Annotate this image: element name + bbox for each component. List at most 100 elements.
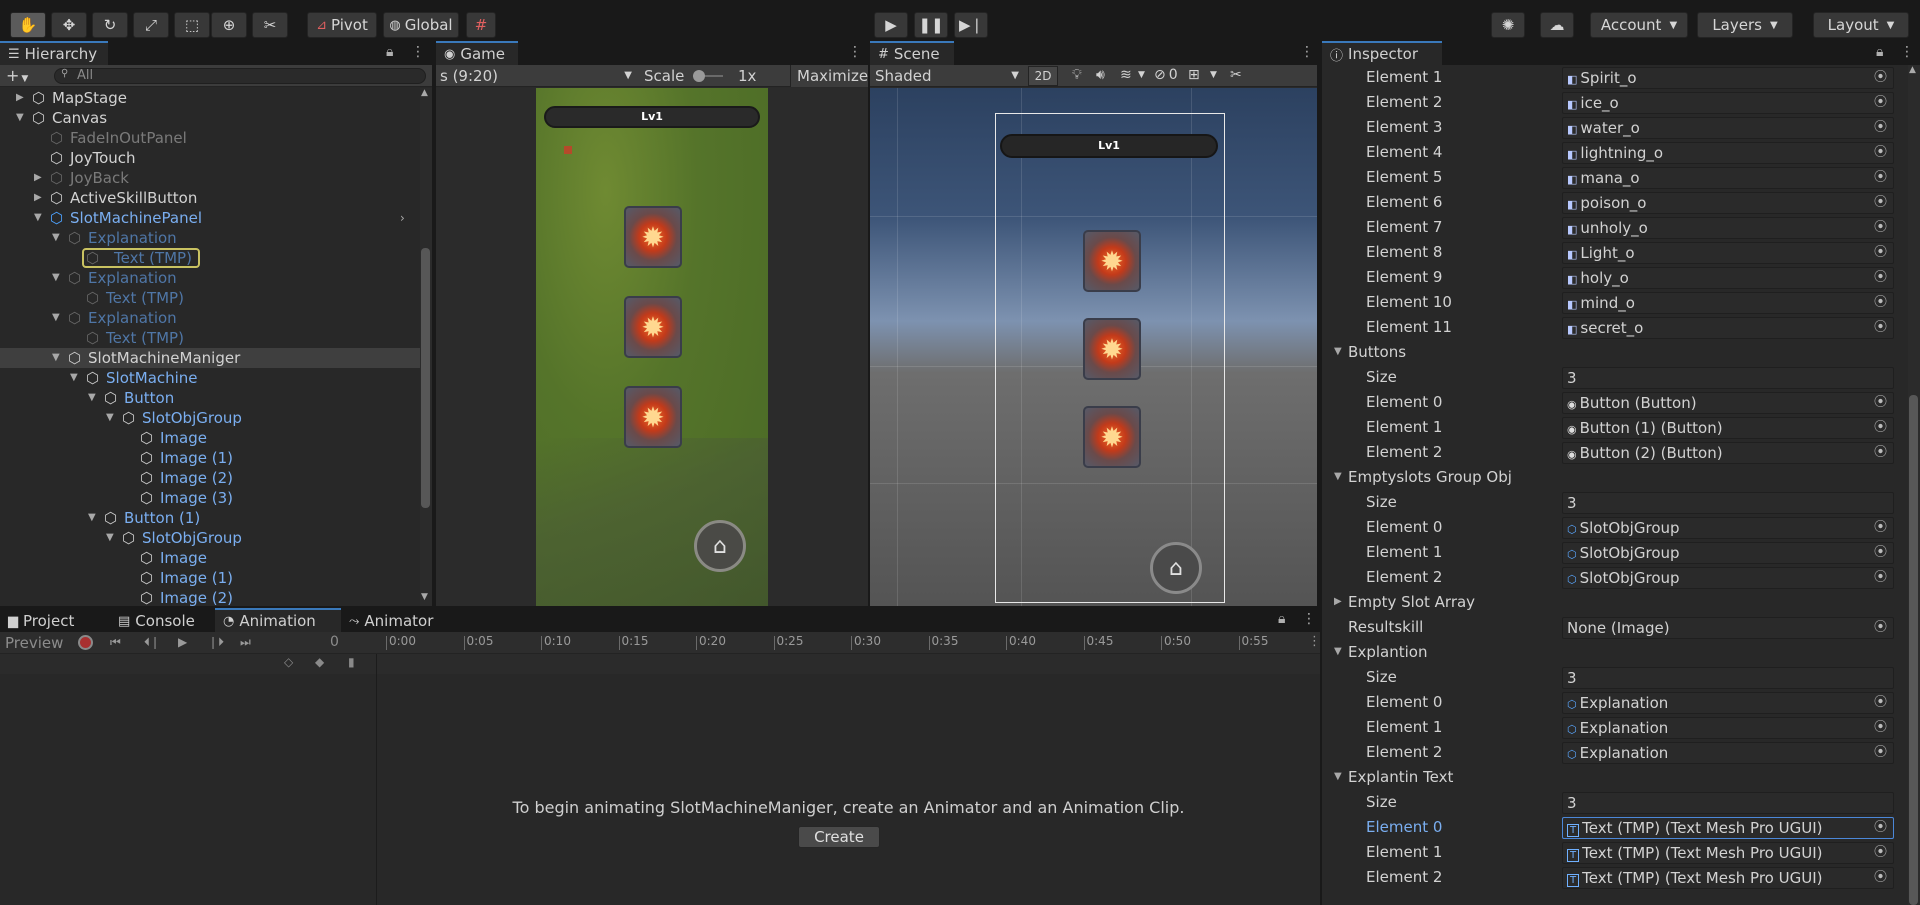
object-picker-icon[interactable]: ⦿ [1874, 293, 1887, 313]
object-field[interactable]: ◉ Button (1) (Button) ⦿ [1562, 417, 1894, 439]
active-skill-button[interactable]: ⌂ [694, 520, 746, 572]
custom-tool-button[interactable]: ✂ [252, 12, 288, 38]
add-object-button[interactable]: + ▼ [6, 66, 28, 85]
size-input[interactable]: 3 [1562, 667, 1894, 689]
hierarchy-item[interactable]: ⬡ Image [0, 548, 420, 568]
expand-arrow-right-icon[interactable]: ▶ [34, 168, 42, 188]
next-frame-icon[interactable]: ❘⏵ [208, 635, 224, 650]
hierarchy-item[interactable]: ⬡ Image (2) [0, 588, 420, 606]
object-field[interactable]: None (Image) ⦿ [1562, 617, 1894, 639]
object-picker-icon[interactable]: ⦿ [1874, 518, 1887, 538]
account-dropdown[interactable]: Account ▼ [1590, 12, 1688, 38]
tab-hierarchy[interactable]: ☰ Hierarchy [0, 41, 108, 65]
create-animator-button[interactable]: Create [798, 826, 880, 848]
object-field[interactable]: ⬡ SlotObjGroup ⦿ [1562, 567, 1894, 589]
shading-dropdown[interactable]: Shaded ▼ [875, 67, 1021, 85]
filter-keyframe-icon[interactable]: ◇ [284, 655, 293, 669]
hierarchy-item[interactable]: ⬡ Text (TMP) [0, 288, 420, 308]
scale-slider-thumb[interactable] [693, 70, 705, 82]
effects-toggle-icon[interactable]: ≋ [1120, 67, 1132, 83]
object-picker-icon[interactable]: ⦿ [1874, 268, 1887, 288]
object-field[interactable]: ◧ water_o ⦿ [1562, 117, 1894, 139]
chevron-down-icon[interactable]: ▼ [1210, 70, 1217, 80]
hierarchy-item[interactable]: ▶ ⬡ ActiveSkillButton [0, 188, 420, 208]
hierarchy-item[interactable]: ⬡ Image [0, 428, 420, 448]
object-field[interactable]: ◧ mana_o ⦿ [1562, 167, 1894, 189]
chevron-right-icon[interactable]: › [400, 208, 405, 228]
inspector-foldout[interactable]: ▼ Explantion [1322, 641, 1908, 666]
object-picker-icon[interactable]: ⦿ [1874, 393, 1887, 413]
lock-icon[interactable]: 🔒︎ [1278, 611, 1285, 627]
tab-console[interactable]: ▤ Console [110, 608, 220, 632]
object-field[interactable]: ◧ secret_o ⦿ [1562, 317, 1894, 339]
object-field[interactable]: ◉ Button (2) (Button) ⦿ [1562, 442, 1894, 464]
chevron-down-icon[interactable]: ▼ [1138, 70, 1145, 80]
hierarchy-scroll-thumb[interactable] [421, 248, 430, 508]
kebab-menu-icon[interactable]: ⋮ [1302, 611, 1316, 627]
play-preview-icon[interactable]: ▶ [178, 635, 187, 649]
pause-button[interactable]: ❚❚ [914, 12, 948, 38]
event-track[interactable] [376, 654, 1320, 674]
hierarchy-item[interactable]: ⬡ Text (TMP) [0, 328, 420, 348]
hierarchy-item[interactable]: ▼ ⬡ Explanation [0, 268, 420, 288]
object-field[interactable]: ◧ Light_o ⦿ [1562, 242, 1894, 264]
hierarchy-item[interactable]: ▼ ⬡ SlotMachinePanel › [0, 208, 420, 228]
object-field[interactable]: ◧ ice_o ⦿ [1562, 92, 1894, 114]
2d-toggle[interactable]: 2D [1028, 66, 1058, 86]
expand-arrow-down-icon[interactable]: ▼ [88, 508, 96, 528]
expand-arrow-down-icon[interactable]: ▼ [52, 308, 60, 328]
expand-arrow-down-icon[interactable]: ▼ [52, 268, 60, 288]
tab-inspector[interactable]: ⓘ Inspector [1322, 41, 1442, 65]
kebab-menu-icon[interactable]: ⋮ [411, 44, 425, 60]
scene-viewport[interactable]: Lv1 ✹ ✹ ✹ ⌂ [870, 88, 1317, 606]
object-picker-icon[interactable]: ⦿ [1874, 143, 1887, 163]
object-field[interactable]: T Text (TMP) (Text Mesh Pro UGUI) ⦿ [1562, 867, 1894, 889]
object-field[interactable]: ⬡ SlotObjGroup ⦿ [1562, 517, 1894, 539]
scale-slider[interactable] [693, 70, 723, 82]
hidden-objects-toggle[interactable]: ⊘ 0 [1154, 67, 1178, 83]
hierarchy-item[interactable]: ▶ ⬡ JoyBack [0, 168, 420, 188]
inspector-scrollbar[interactable]: ▲ [1908, 65, 1920, 905]
hierarchy-item[interactable]: ▶ ⬡ MapStage [0, 88, 420, 108]
global-toggle[interactable]: ◍ Global [383, 12, 459, 38]
object-picker-icon[interactable]: ⦿ [1874, 568, 1887, 588]
object-picker-icon[interactable]: ⦿ [1874, 318, 1887, 338]
object-field[interactable]: ⬡ Explanation ⦿ [1562, 742, 1894, 764]
object-picker-icon[interactable]: ⦿ [1874, 168, 1887, 188]
foldout-open-icon[interactable]: ▼ [1334, 471, 1342, 482]
hierarchy-item[interactable]: ⬡ Image (1) [0, 448, 420, 468]
first-frame-icon[interactable]: ⏮ [110, 635, 121, 650]
object-field[interactable]: T Text (TMP) (Text Mesh Pro UGUI) ⦿ [1562, 842, 1894, 864]
game-viewport[interactable]: Lv1 ✹ ✹ ✹ ⌂ [436, 88, 868, 606]
record-icon[interactable] [78, 635, 93, 650]
hand-tool-button[interactable]: ✋ [10, 12, 46, 38]
object-field[interactable]: T Text (TMP) (Text Mesh Pro UGUI) ⦿ [1562, 817, 1894, 839]
grid-snap-button[interactable]: # [466, 12, 496, 38]
inspector-foldout[interactable]: ▶ Empty Slot Array [1322, 591, 1908, 616]
resolution-dropdown[interactable]: s (9:20) ▼ [440, 67, 634, 85]
kebab-menu-icon[interactable]: ⋮ [1900, 44, 1914, 60]
object-field[interactable]: ◧ holy_o ⦿ [1562, 267, 1894, 289]
hierarchy-item[interactable]: ⬡ FadeInOutPanel [0, 128, 420, 148]
rect-tool-button[interactable]: ⬚ [174, 12, 210, 38]
hierarchy-item[interactable]: ▼ ⬡ Canvas [0, 108, 420, 128]
hierarchy-item[interactable]: ▼ ⬡ Explanation [0, 228, 420, 248]
hierarchy-item[interactable]: ⬡ JoyTouch [0, 148, 420, 168]
object-picker-icon[interactable]: ⦿ [1874, 543, 1887, 563]
kebab-menu-icon[interactable]: ⋮ [848, 44, 862, 60]
size-input[interactable]: 3 [1562, 367, 1894, 389]
expand-arrow-down-icon[interactable]: ▼ [52, 348, 60, 368]
tab-animator[interactable]: ⤳ Animator [341, 608, 451, 632]
hierarchy-item[interactable]: ▼ ⬡ Explanation [0, 308, 420, 328]
foldout-open-icon[interactable]: ▼ [1334, 646, 1342, 657]
expand-arrow-down-icon[interactable]: ▼ [70, 368, 78, 388]
object-field[interactable]: ◧ unholy_o ⦿ [1562, 217, 1894, 239]
hierarchy-scrollbar[interactable]: ▲ ▼ [420, 88, 432, 606]
hierarchy-item[interactable]: ▼ ⬡ Button (1) [0, 508, 420, 528]
tab-scene[interactable]: # Scene [870, 41, 954, 65]
kebab-menu-icon[interactable]: ⋮ [1300, 44, 1314, 60]
hierarchy-item[interactable]: ⬡ Text (TMP) [0, 248, 420, 268]
tab-project[interactable]: ▆ Project [0, 608, 110, 632]
hierarchy-item[interactable]: ⬡ Image (3) [0, 488, 420, 508]
object-field[interactable]: ◉ Button (Button) ⦿ [1562, 392, 1894, 414]
